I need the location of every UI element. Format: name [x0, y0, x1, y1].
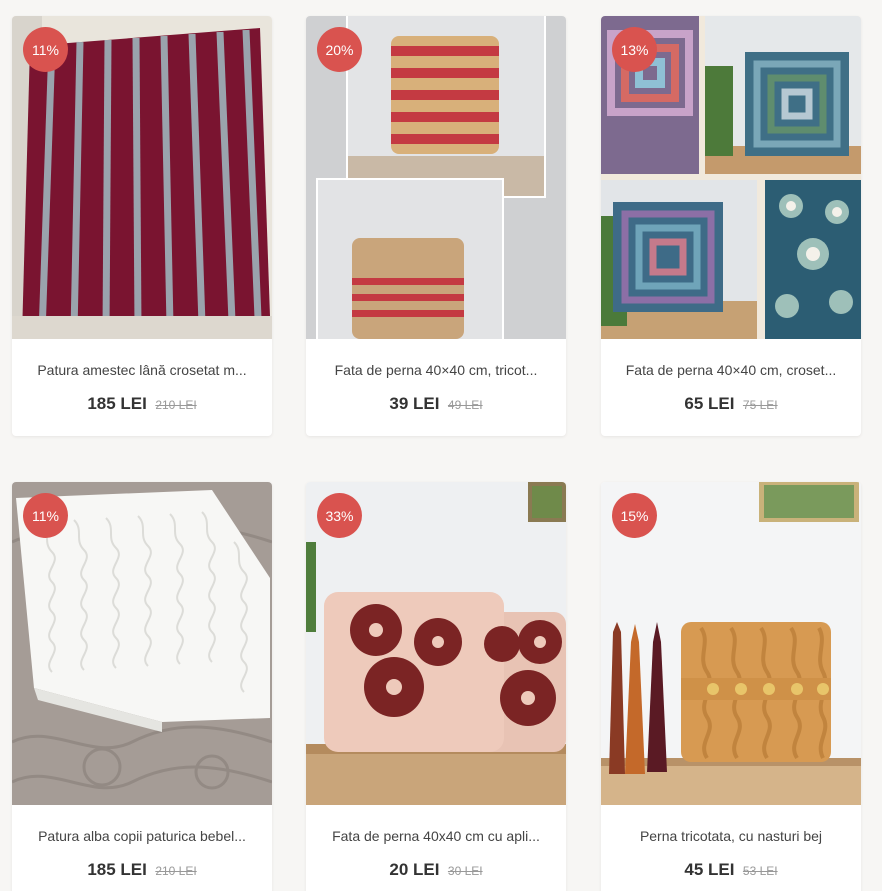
price-row: 45 LEI 53 LEI: [601, 860, 861, 880]
price-row: 39 LEI 49 LEI: [306, 394, 566, 414]
discount-badge: 20%: [317, 27, 362, 72]
current-price: 185 LEI: [87, 394, 147, 413]
old-price: 75 LEI: [742, 398, 778, 412]
discount-badge: 13%: [612, 27, 657, 72]
product-card[interactable]: 15% Perna tricotata, cu nasturi bej 45 L…: [601, 482, 861, 891]
old-price: 49 LEI: [447, 398, 483, 412]
product-card[interactable]: 11% Patura alba copii paturica bebel... …: [12, 482, 272, 891]
price-row: 185 LEI 210 LEI: [12, 860, 272, 880]
product-title[interactable]: Perna tricotata, cu nasturi bej: [617, 828, 845, 844]
old-price: 210 LEI: [155, 398, 197, 412]
product-title[interactable]: Fata de perna 40×40 cm, croset...: [617, 362, 845, 378]
current-price: 39 LEI: [389, 394, 440, 413]
price-row: 20 LEI 30 LEI: [306, 860, 566, 880]
product-card[interactable]: 20% Fata de perna 40×40 cm, tricot... 39…: [306, 16, 566, 436]
discount-badge: 11%: [23, 27, 68, 72]
discount-badge: 15%: [612, 493, 657, 538]
old-price: 210 LEI: [155, 864, 197, 878]
product-card[interactable]: 13% Fata de perna 40×40 cm, croset... 65…: [601, 16, 861, 436]
product-title[interactable]: Fata de perna 40x40 cm cu apli...: [322, 828, 550, 844]
product-card[interactable]: 11% Patura amestec lână crosetat m... 18…: [12, 16, 272, 436]
product-card[interactable]: 33% Fata de perna 40x40 cm cu apli... 20…: [306, 482, 566, 891]
product-title[interactable]: Fata de perna 40×40 cm, tricot...: [322, 362, 550, 378]
old-price: 30 LEI: [447, 864, 483, 878]
current-price: 185 LEI: [87, 860, 147, 879]
product-title[interactable]: Patura amestec lână crosetat m...: [28, 362, 256, 378]
product-title[interactable]: Patura alba copii paturica bebel...: [28, 828, 256, 844]
current-price: 65 LEI: [684, 394, 735, 413]
discount-badge: 33%: [317, 493, 362, 538]
current-price: 45 LEI: [684, 860, 735, 879]
current-price: 20 LEI: [389, 860, 440, 879]
price-row: 185 LEI 210 LEI: [12, 394, 272, 414]
price-row: 65 LEI 75 LEI: [601, 394, 861, 414]
discount-badge: 11%: [23, 493, 68, 538]
old-price: 53 LEI: [742, 864, 778, 878]
